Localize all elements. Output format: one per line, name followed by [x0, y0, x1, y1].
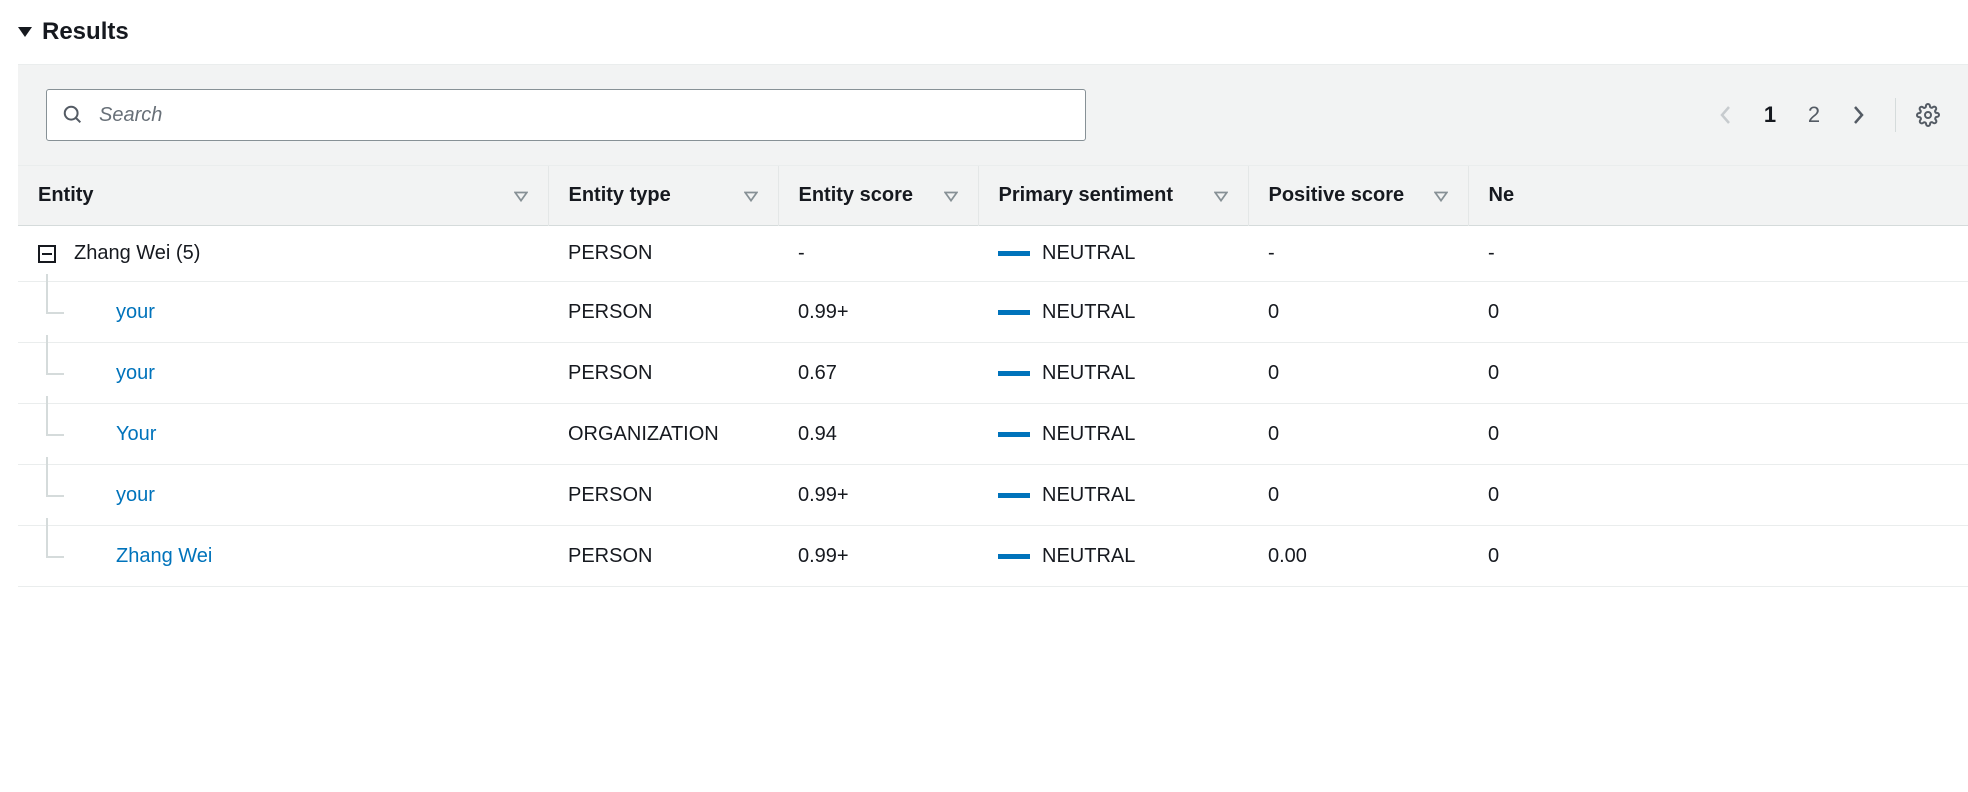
results-toolbar: 1 2	[18, 64, 1968, 166]
gear-icon[interactable]	[1916, 103, 1940, 127]
tree-branch-icon	[46, 481, 98, 509]
entity-link[interactable]: Your	[116, 423, 156, 446]
ne-cell: 0	[1468, 282, 1968, 343]
sentiment-cell: NEUTRAL	[998, 362, 1228, 385]
column-label: Entity	[38, 184, 94, 207]
results-section-header[interactable]: Results	[18, 18, 1968, 64]
entity-score-cell: 0.99+	[778, 526, 978, 587]
sentiment-label: NEUTRAL	[1042, 423, 1135, 446]
ne-cell: 0	[1468, 465, 1968, 526]
column-label: Primary sentiment	[999, 184, 1174, 207]
results-table: Entity Entity type Entity score	[18, 166, 1968, 587]
chevron-right-icon	[1851, 104, 1865, 126]
collapse-toggle[interactable]	[38, 245, 56, 263]
sentiment-cell: NEUTRAL	[998, 301, 1228, 324]
column-header-entity[interactable]: Entity	[18, 166, 548, 226]
page-number-2[interactable]: 2	[1797, 98, 1831, 132]
entity-score-cell: -	[778, 226, 978, 282]
table-group-row: Zhang Wei (5) PERSON - NEUTRAL - -	[18, 226, 1968, 282]
sentiment-label: NEUTRAL	[1042, 545, 1135, 568]
sort-icon	[1214, 189, 1228, 203]
sort-icon	[744, 189, 758, 203]
sentiment-cell: NEUTRAL	[998, 484, 1228, 507]
sentiment-cell: NEUTRAL	[998, 423, 1228, 446]
search-input[interactable]	[46, 89, 1086, 141]
chevron-left-icon	[1719, 104, 1733, 126]
column-header-positive-score[interactable]: Positive score	[1248, 166, 1468, 226]
entity-type-cell: PERSON	[548, 343, 778, 404]
column-header-entity-score[interactable]: Entity score	[778, 166, 978, 226]
entity-type-cell: PERSON	[548, 282, 778, 343]
column-header-ne[interactable]: Ne	[1468, 166, 1968, 226]
toolbar-right: 1 2	[1709, 98, 1940, 132]
entity-score-cell: 0.99+	[778, 465, 978, 526]
entity-type-cell: ORGANIZATION	[548, 404, 778, 465]
entity-link[interactable]: your	[116, 484, 155, 507]
sentiment-bar-icon	[998, 371, 1030, 376]
column-label: Entity type	[569, 184, 671, 207]
sentiment-label: NEUTRAL	[1042, 484, 1135, 507]
entity-type-cell: PERSON	[548, 226, 778, 282]
search-icon	[62, 104, 84, 126]
sentiment-label: NEUTRAL	[1042, 301, 1135, 324]
ne-cell: 0	[1468, 404, 1968, 465]
positive-score-cell: 0	[1248, 282, 1468, 343]
sentiment-bar-icon	[998, 310, 1030, 315]
page-prev-button[interactable]	[1709, 98, 1743, 132]
page-next-button[interactable]	[1841, 98, 1875, 132]
table-row: your PERSON 0.67 NEUTRAL 0 0	[18, 343, 1968, 404]
entity-score-cell: 0.67	[778, 343, 978, 404]
column-header-entity-type[interactable]: Entity type	[548, 166, 778, 226]
sentiment-cell: NEUTRAL	[998, 242, 1228, 265]
sort-icon	[1434, 189, 1448, 203]
tree-branch-icon	[46, 359, 98, 387]
table-row: your PERSON 0.99+ NEUTRAL 0 0	[18, 465, 1968, 526]
sentiment-label: NEUTRAL	[1042, 242, 1135, 265]
ne-cell: 0	[1468, 526, 1968, 587]
ne-cell: 0	[1468, 343, 1968, 404]
entity-link[interactable]: Zhang Wei	[116, 545, 212, 568]
entity-link[interactable]: your	[116, 301, 155, 324]
ne-cell: -	[1468, 226, 1968, 282]
column-label: Ne	[1489, 184, 1515, 207]
positive-score-cell: -	[1248, 226, 1468, 282]
toolbar-divider	[1895, 98, 1896, 132]
entity-group-name: Zhang Wei (5)	[74, 242, 200, 265]
column-label: Entity score	[799, 184, 913, 207]
table-row: your PERSON 0.99+ NEUTRAL 0 0	[18, 282, 1968, 343]
positive-score-cell: 0	[1248, 465, 1468, 526]
section-title: Results	[42, 18, 129, 46]
sort-icon	[514, 189, 528, 203]
sentiment-bar-icon	[998, 432, 1030, 437]
sentiment-bar-icon	[998, 493, 1030, 498]
sort-icon	[944, 189, 958, 203]
tree-branch-icon	[46, 420, 98, 448]
positive-score-cell: 0.00	[1248, 526, 1468, 587]
entity-score-cell: 0.94	[778, 404, 978, 465]
sentiment-cell: NEUTRAL	[998, 545, 1228, 568]
minus-icon	[42, 253, 52, 255]
entity-type-cell: PERSON	[548, 465, 778, 526]
caret-down-icon	[18, 27, 32, 37]
search-wrapper	[46, 89, 1086, 141]
tree-branch-icon	[46, 298, 98, 326]
column-label: Positive score	[1269, 184, 1405, 207]
column-header-primary-sentiment[interactable]: Primary sentiment	[978, 166, 1248, 226]
sentiment-bar-icon	[998, 554, 1030, 559]
page-number-1[interactable]: 1	[1753, 98, 1787, 132]
sentiment-bar-icon	[998, 251, 1030, 256]
entity-type-cell: PERSON	[548, 526, 778, 587]
positive-score-cell: 0	[1248, 404, 1468, 465]
tree-branch-icon	[46, 542, 98, 570]
table-row: Your ORGANIZATION 0.94 NEUTRAL 0 0	[18, 404, 1968, 465]
table-row: Zhang Wei PERSON 0.99+ NEUTRAL 0.00 0	[18, 526, 1968, 587]
entity-link[interactable]: your	[116, 362, 155, 385]
positive-score-cell: 0	[1248, 343, 1468, 404]
sentiment-label: NEUTRAL	[1042, 362, 1135, 385]
entity-score-cell: 0.99+	[778, 282, 978, 343]
